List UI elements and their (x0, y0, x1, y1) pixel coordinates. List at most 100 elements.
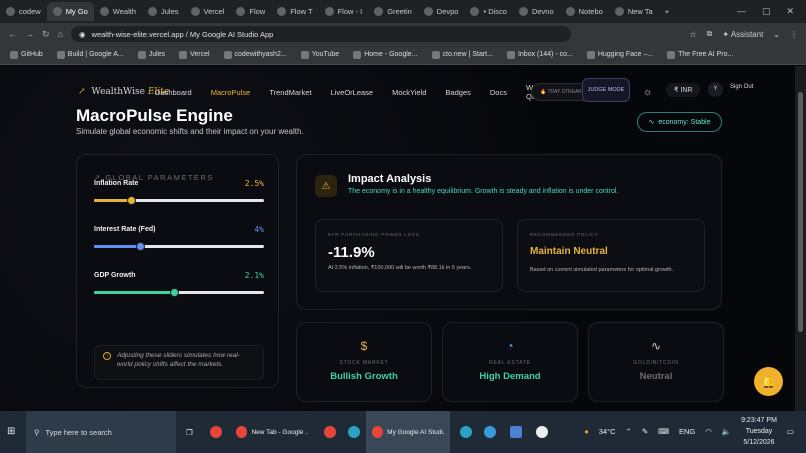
bookmark-item[interactable]: The Free AI Pro... (667, 50, 733, 59)
store-taskbar-icon[interactable] (504, 411, 528, 453)
tab-label: Vercel (203, 7, 225, 16)
task-view-icon[interactable]: ❐ (180, 411, 199, 453)
tab-label: Flow - I (337, 7, 363, 16)
new-tab-icon[interactable]: + (659, 7, 675, 16)
slider-handle[interactable] (135, 242, 145, 251)
browser-tab[interactable]: Notebo (560, 2, 609, 21)
nav-link-badges[interactable]: Badges (445, 88, 470, 97)
bookmark-label: Inbox (144) - co... (517, 51, 573, 58)
slider-track[interactable] (94, 288, 264, 297)
wifi-icon[interactable]: ◠ (705, 427, 712, 436)
minimize-icon[interactable]: — (737, 6, 746, 17)
taskbar-app-label: My Google AI Studi... (387, 428, 444, 436)
nav-link-liveorlease[interactable]: LiveOrLease (331, 88, 374, 97)
site-info-icon[interactable]: ◉ (79, 30, 86, 39)
bookmark-item[interactable]: codewithyash2... (223, 50, 287, 59)
slider-fill (94, 291, 174, 294)
bookmark-item[interactable]: GitHub (10, 50, 43, 59)
chrome-taskbar-icon[interactable] (204, 411, 228, 453)
clock[interactable]: 9:23:47 PM Tuesday 5/12/2026 (741, 415, 777, 448)
slider-track[interactable] (94, 242, 264, 251)
nav-link-dashboard[interactable]: Dashboard (155, 88, 192, 97)
pen-icon[interactable]: ✎ (642, 427, 648, 436)
browser-tab[interactable]: Vercel (185, 2, 231, 21)
browser-tab[interactable]: Jules (142, 2, 185, 21)
weather-temp[interactable]: 34°C (599, 427, 616, 436)
back-icon[interactable]: ← (8, 29, 17, 39)
url-omnibox[interactable]: ◉ wealth-wise-elite.vercel.app / My Goog… (70, 26, 571, 42)
slider-value: 2.1% (244, 271, 264, 280)
keyboard-icon[interactable]: ⌨ (658, 427, 669, 436)
slider-handle[interactable] (169, 288, 179, 297)
browser-tab[interactable]: Wealth (94, 2, 142, 21)
browser-tab[interactable]: My Go (46, 2, 94, 21)
taskbar-app[interactable]: New Tab - Google ... (230, 411, 314, 453)
edge-taskbar-icon-2[interactable] (454, 411, 478, 453)
assistant-button[interactable]: ✦ Assistant (722, 30, 763, 39)
judge-mode-button[interactable]: JUDGE MODE (582, 78, 630, 102)
scrollbar-thumb[interactable] (798, 92, 803, 332)
browser-tab[interactable]: New Ta (609, 2, 659, 21)
volume-icon[interactable]: 🔈 (722, 427, 731, 436)
browser-tab[interactable]: Devno (513, 2, 560, 21)
browser-tab[interactable]: • Disco (464, 2, 512, 21)
bookmark-item[interactable]: Inbox (144) - co... (506, 50, 573, 59)
bookmark-item[interactable]: cto.new | Start... (431, 50, 493, 59)
edge-taskbar-icon[interactable] (342, 411, 366, 453)
tab-label: Greetin (387, 7, 412, 16)
bookmark-item[interactable]: Jules (137, 50, 165, 59)
windows-start-icon[interactable]: ⊞ (7, 426, 15, 437)
language-indicator[interactable]: ENG (679, 427, 695, 436)
nav-link-docs[interactable]: Docs (490, 88, 507, 97)
forward-icon[interactable]: → (25, 29, 34, 39)
chart-logo-icon: ↗ (78, 87, 86, 97)
tray-up-icon[interactable]: ⌃ (626, 427, 632, 436)
bell-icon[interactable]: 🔔 (754, 367, 783, 396)
browser-tab[interactable]: codew (0, 2, 47, 21)
browser-tab[interactable]: Flow - I (319, 2, 369, 21)
bookmark-item[interactable]: Build | Google A... (56, 50, 124, 59)
reload-icon[interactable]: ↻ (42, 29, 50, 40)
sign-out-link[interactable]: Sign Out (730, 84, 753, 91)
nav-link-mockyield[interactable]: MockYield (392, 88, 426, 97)
market-card-gold-bitcoin: ∿ GOLD/BITCOIN Neutral (588, 322, 724, 402)
tab-favicon-icon (565, 7, 575, 16)
browser-tab[interactable]: Greetin (368, 2, 418, 21)
bookmark-item[interactable]: YouTube (300, 50, 339, 59)
taskbar-search[interactable]: ⚲ Type here to search (26, 411, 176, 453)
bookmark-favicon-icon (10, 50, 18, 59)
bookmarks-bar: GitHub Build | Google A... Jules Vercel code… (0, 45, 806, 65)
slider-handle[interactable] (127, 196, 137, 205)
maximize-icon[interactable]: ▢ (762, 6, 771, 17)
close-icon[interactable]: ✕ (786, 6, 794, 17)
nav-link-macropulse[interactable]: MacroPulse (211, 88, 251, 97)
sun-icon[interactable]: ☼ (643, 87, 652, 98)
app-taskbar-icon[interactable] (478, 411, 502, 453)
page-title: MacroPulse Engine (76, 106, 233, 125)
browser-tab[interactable]: Flow (230, 2, 271, 21)
extensions-icon[interactable]: ⧉ (707, 29, 713, 39)
recommended-policy-panel: RECOMMENDED POLICY Maintain Neutral Base… (517, 219, 705, 292)
taskbar-app[interactable]: My Google AI Studi... (366, 411, 450, 453)
slider-track[interactable] (94, 196, 264, 205)
home-icon[interactable]: ⌂ (58, 29, 63, 39)
page-scrollbar[interactable] (795, 66, 806, 411)
windows-taskbar: ⊞ ⚲ Type here to search ❐ New Tab - Goog… (0, 411, 806, 453)
nav-link-trendmarket[interactable]: TrendMarket (269, 88, 311, 97)
chat-taskbar-icon[interactable] (530, 411, 554, 453)
bookmark-item[interactable]: Home - Google... (353, 50, 418, 59)
chrome-taskbar-icon-2[interactable] (318, 411, 342, 453)
chevron-down-icon[interactable]: ⌄ (773, 30, 780, 39)
browser-tab[interactable]: Devpo (418, 2, 465, 21)
logo-text: WealthWise (91, 87, 145, 97)
bookmark-star-icon[interactable]: ☆ (689, 30, 696, 39)
currency-button[interactable]: ₹ INR (666, 83, 701, 97)
tab-favicon-icon (52, 7, 62, 16)
slider-value: 2.5% (244, 179, 264, 188)
browser-tab[interactable]: Flow T (271, 2, 318, 21)
avatar[interactable]: Y (708, 82, 723, 97)
menu-icon[interactable]: ⋮ (790, 30, 798, 39)
notification-icon[interactable]: ▭ (787, 427, 794, 436)
bookmark-item[interactable]: Hugging Face –... (586, 50, 653, 59)
bookmark-item[interactable]: Vercel (179, 50, 210, 59)
